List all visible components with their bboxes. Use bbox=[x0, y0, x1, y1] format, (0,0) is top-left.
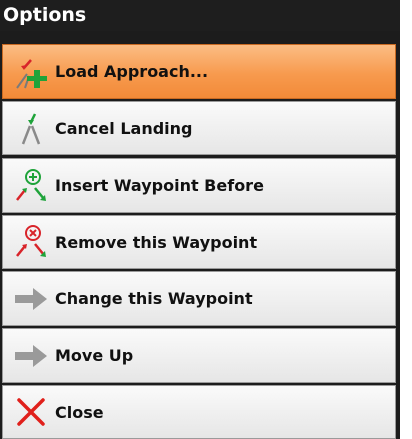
cancel-landing-button[interactable]: Cancel Landing bbox=[2, 101, 396, 155]
runway-icon bbox=[13, 110, 49, 146]
arrow-right-icon bbox=[13, 338, 49, 374]
arrow-right-icon bbox=[13, 281, 49, 317]
insert-waypoint-icon bbox=[13, 168, 49, 204]
move-up-button[interactable]: Move Up bbox=[2, 328, 396, 383]
close-icon bbox=[13, 394, 49, 430]
load-approach-button[interactable]: Load Approach... bbox=[2, 44, 396, 99]
options-dialog: Options Load Approach... Cancel Landing bbox=[0, 0, 400, 439]
remove-waypoint-icon bbox=[13, 224, 49, 260]
item-label: Move Up bbox=[55, 346, 134, 365]
close-button[interactable]: Close bbox=[2, 385, 396, 439]
insert-waypoint-before-button[interactable]: Insert Waypoint Before bbox=[2, 158, 396, 213]
item-label: Close bbox=[55, 402, 104, 422]
item-label: Remove this Waypoint bbox=[55, 232, 258, 252]
remove-this-waypoint-button[interactable]: Remove this Waypoint bbox=[2, 215, 396, 269]
item-label: Cancel Landing bbox=[55, 118, 193, 138]
dialog-title: Options bbox=[0, 0, 400, 31]
item-label: Load Approach... bbox=[55, 62, 209, 81]
approach-plane-icon bbox=[13, 54, 49, 90]
item-label: Insert Waypoint Before bbox=[55, 176, 264, 195]
change-this-waypoint-button[interactable]: Change this Waypoint bbox=[2, 271, 396, 326]
item-label: Change this Waypoint bbox=[55, 289, 253, 308]
